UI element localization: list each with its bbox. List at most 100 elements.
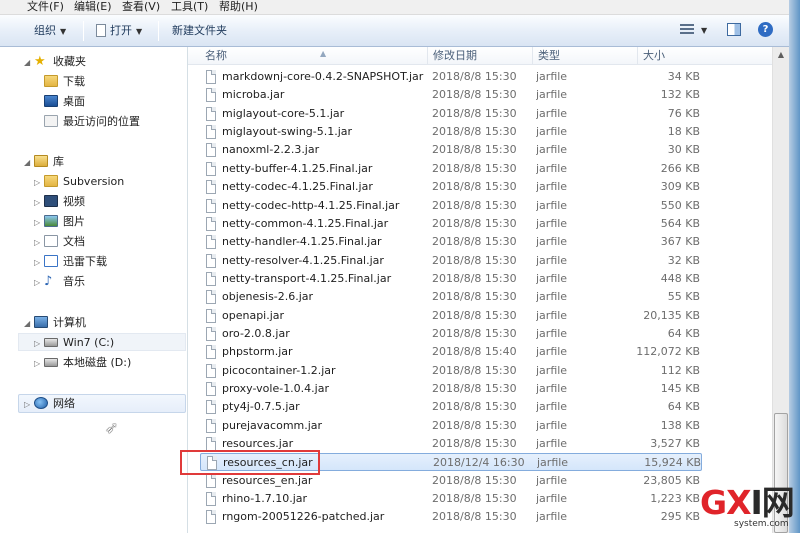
file-date: 2018/8/8 15:30 bbox=[432, 400, 517, 414]
sidebar-item-desktop[interactable]: 桌面 bbox=[44, 93, 85, 111]
sidebar-item-computer[interactable]: ◢ 计算机 bbox=[24, 314, 86, 332]
music-note-icon: ♪ bbox=[44, 274, 53, 289]
column-header-type[interactable]: 类型 bbox=[533, 47, 638, 65]
sidebar-item-documents[interactable]: ▷ 文档 bbox=[34, 233, 85, 251]
file-row[interactable]: phpstorm.jar 2018/8/8 15:40 jarfile 112,072… bbox=[200, 343, 702, 361]
file-row[interactable]: miglayout-core-5.1.jar 2018/8/8 15:30 jarf… bbox=[200, 105, 702, 123]
file-row[interactable]: netty-common-4.1.25.Final.jar 2018/8/8 15… bbox=[200, 215, 702, 233]
file-name: netty-codec-4.1.25.Final.jar bbox=[222, 180, 373, 194]
file-row[interactable]: proxy-vole-1.0.4.jar 2018/8/8 15:30 jarfil… bbox=[200, 380, 702, 398]
file-row[interactable]: netty-codec-http-4.1.25.Final.jar 2018/8/… bbox=[200, 197, 702, 215]
file-row[interactable]: picocontainer-1.2.jar 2018/8/8 15:30 jarfi… bbox=[200, 362, 702, 380]
menu-help[interactable]: 帮助(H) bbox=[219, 0, 258, 15]
file-row[interactable]: objenesis-2.6.jar 2018/8/8 15:30 jarfile 55… bbox=[200, 288, 702, 306]
file-date: 2018/8/8 15:30 bbox=[432, 180, 517, 194]
file-size: 295 KB bbox=[660, 510, 700, 524]
file-row[interactable]: oro-2.0.8.jar 2018/8/8 15:30 jarfile 64 KB bbox=[200, 325, 702, 343]
vertical-scrollbar[interactable]: ▲ bbox=[772, 47, 789, 533]
sidebar-item-drive-c[interactable]: ▷ Win7 (C:) bbox=[34, 334, 114, 352]
file-date: 2018/8/8 15:30 bbox=[432, 308, 517, 322]
file-row[interactable]: netty-resolver-4.1.25.Final.jar 2018/8/8 … bbox=[200, 252, 702, 270]
menu-tools[interactable]: 工具(T) bbox=[171, 0, 208, 15]
menu-edit[interactable]: 编辑(E) bbox=[74, 0, 112, 15]
preview-pane-icon[interactable] bbox=[727, 23, 741, 36]
file-size: 309 KB bbox=[660, 180, 700, 194]
column-header-label: 大小 bbox=[643, 49, 665, 62]
file-row[interactable]: netty-transport-4.1.25.Final.jar 2018/8/8… bbox=[200, 270, 702, 288]
file-name: openapi.jar bbox=[222, 308, 285, 322]
file-row[interactable]: openapi.jar 2018/8/8 15:30 jarfile 20,135 K… bbox=[200, 307, 702, 325]
sidebar-item-label: 库 bbox=[53, 155, 64, 168]
file-row[interactable]: miglayout-swing-5.1.jar 2018/8/8 15:30 jar… bbox=[200, 123, 702, 141]
hard-drive-icon bbox=[44, 358, 58, 367]
file-row[interactable]: purejavacomm.jar 2018/8/8 15:30 jarfile 138… bbox=[200, 417, 702, 435]
sidebar-item-label: Win7 (C:) bbox=[63, 336, 115, 349]
file-row[interactable]: rhino-1.7.10.jar 2018/8/8 15:30 jarfile 1,2… bbox=[200, 490, 702, 508]
jar-file-icon bbox=[206, 70, 216, 84]
column-header-date[interactable]: 修改日期 bbox=[428, 47, 533, 65]
file-row[interactable]: markdownj-core-0.4.2-SNAPSHOT.jar 2018/8/… bbox=[200, 68, 702, 86]
file-size: 15,924 KB bbox=[644, 456, 701, 470]
file-row[interactable]: nanoxml-2.2.3.jar 2018/8/8 15:30 jarfile 30… bbox=[200, 141, 702, 159]
file-name: microba.jar bbox=[222, 88, 285, 102]
file-date: 2018/8/8 15:30 bbox=[432, 106, 517, 120]
file-name: netty-resolver-4.1.25.Final.jar bbox=[222, 253, 384, 267]
sidebar-item-downloads[interactable]: 下载 bbox=[44, 73, 85, 91]
file-date: 2018/8/8 15:30 bbox=[432, 88, 517, 102]
file-size: 564 KB bbox=[660, 216, 700, 230]
organize-button[interactable]: 组织 ▼ bbox=[34, 22, 66, 40]
sidebar-item-music[interactable]: ▷ ♪ 音乐 bbox=[34, 273, 85, 291]
menu-file[interactable]: 文件(F) bbox=[27, 0, 64, 15]
file-date: 2018/8/8 15:30 bbox=[432, 382, 517, 395]
file-size: 32 KB bbox=[667, 253, 700, 267]
open-label: 打开 bbox=[110, 24, 132, 37]
view-dropdown[interactable]: ▼ bbox=[697, 21, 707, 39]
file-name: rhino-1.7.10.jar bbox=[222, 492, 308, 506]
file-size: 550 KB bbox=[660, 198, 700, 212]
file-name: miglayout-core-5.1.jar bbox=[222, 106, 345, 120]
new-folder-label: 新建文件夹 bbox=[172, 24, 227, 37]
sidebar-item-videos[interactable]: ▷ 视频 bbox=[34, 193, 85, 211]
column-header-name[interactable]: 名称 ▲ bbox=[200, 47, 428, 65]
file-size: 1,223 KB bbox=[650, 492, 700, 506]
menu-view[interactable]: 查看(V) bbox=[122, 0, 160, 15]
file-row[interactable]: rngom-20051226-patched.jar 2018/8/8 15:30… bbox=[200, 508, 702, 526]
file-row[interactable]: netty-handler-4.1.25.Final.jar 2018/8/8 1… bbox=[200, 233, 702, 251]
sidebar-item-favorites[interactable]: ◢ ★ 收藏夹 bbox=[24, 53, 86, 71]
file-row[interactable]: netty-buffer-4.1.25.Final.jar 2018/8/8 15… bbox=[200, 160, 702, 178]
jar-file-icon bbox=[206, 345, 216, 360]
sidebar-item-pictures[interactable]: ▷ 图片 bbox=[34, 213, 85, 231]
open-button[interactable]: 打开 ▼ bbox=[96, 22, 142, 40]
file-name: proxy-vole-1.0.4.jar bbox=[222, 382, 329, 395]
scroll-up-arrow-icon[interactable]: ▲ bbox=[773, 47, 789, 63]
document-icon bbox=[96, 24, 106, 37]
sidebar-item-network[interactable]: ▷ 网络 bbox=[24, 395, 75, 413]
file-size: 132 KB bbox=[660, 88, 700, 102]
jar-file-icon bbox=[206, 326, 216, 341]
column-header-size[interactable]: 大小 bbox=[638, 47, 772, 65]
file-date: 2018/8/8 15:40 bbox=[432, 345, 517, 359]
file-name: oro-2.0.8.jar bbox=[222, 326, 290, 340]
new-folder-button[interactable]: 新建文件夹 bbox=[172, 22, 227, 40]
file-date: 2018/8/8 15:30 bbox=[432, 363, 517, 377]
file-name: netty-transport-4.1.25.Final.jar bbox=[222, 271, 392, 285]
file-date: 2018/8/8 15:30 bbox=[432, 143, 517, 157]
file-name: nanoxml-2.2.3.jar bbox=[222, 143, 320, 157]
sidebar-item-xunlei[interactable]: ▷ 迅雷下载 bbox=[34, 253, 107, 271]
file-row[interactable]: netty-codec-4.1.25.Final.jar 2018/8/8 15:… bbox=[200, 178, 702, 196]
file-date: 2018/8/8 15:30 bbox=[432, 510, 517, 524]
help-icon[interactable]: ? bbox=[758, 22, 773, 37]
view-options-icon[interactable] bbox=[680, 24, 694, 36]
file-row[interactable]: microba.jar 2018/8/8 15:30 jarfile 132 KB bbox=[200, 86, 702, 104]
file-size: 64 KB bbox=[667, 400, 700, 414]
sidebar-item-drive-d[interactable]: ▷ 本地磁盘 (D:) bbox=[34, 354, 131, 372]
mouse-pointer-icon: ➶ bbox=[105, 418, 119, 437]
sidebar-item-libraries[interactable]: ◢ 库 bbox=[24, 153, 64, 171]
column-header-label: 修改日期 bbox=[433, 49, 477, 62]
sidebar-item-recent[interactable]: 最近访问的位置 bbox=[44, 113, 140, 131]
file-row[interactable]: pty4j-0.7.5.jar 2018/8/8 15:30 jarfile 64 K… bbox=[200, 398, 702, 416]
organize-label: 组织 bbox=[34, 24, 56, 37]
sidebar-item-label: 图片 bbox=[63, 215, 85, 228]
sidebar-item-subversion[interactable]: ▷ Subversion bbox=[34, 173, 124, 191]
file-name: netty-handler-4.1.25.Final.jar bbox=[222, 235, 382, 249]
